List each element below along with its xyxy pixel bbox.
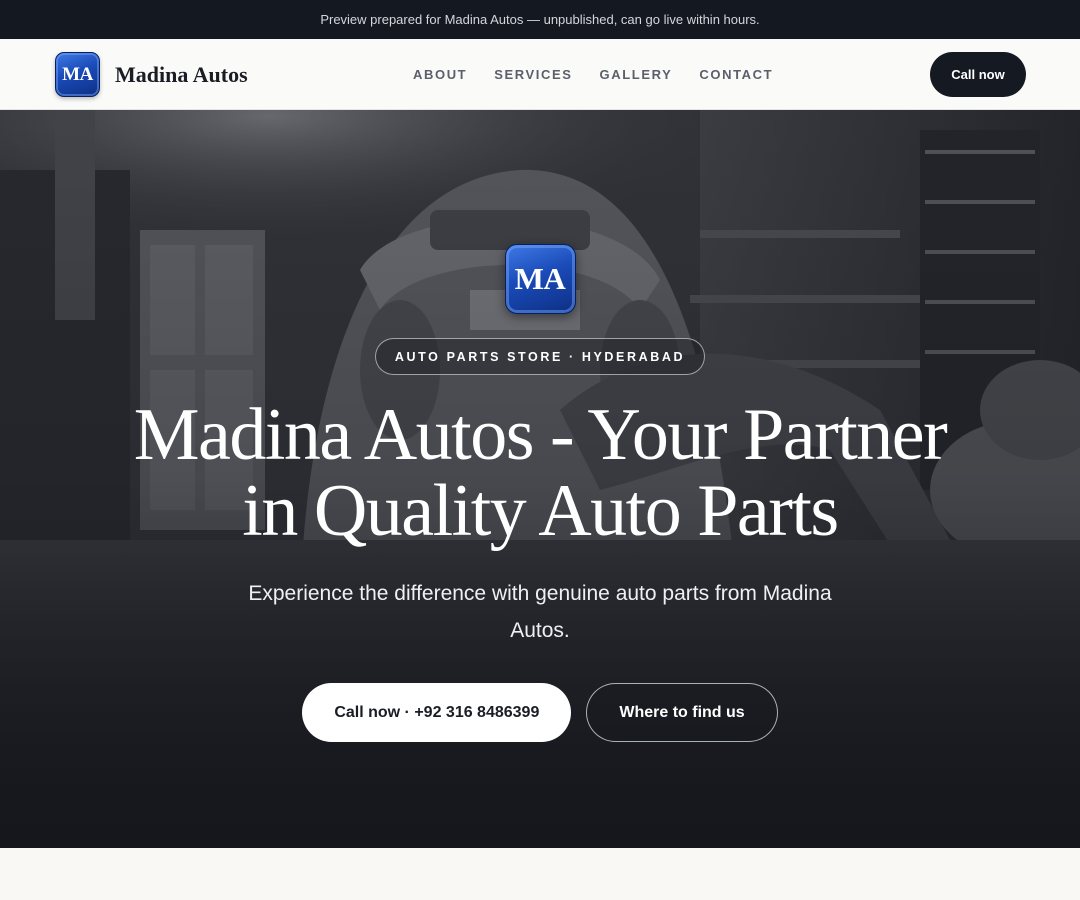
hero-logo-initials: MA: [514, 261, 566, 296]
hero-content: MA AUTO PARTS STORE · HYDERABAD Madina A…: [0, 110, 1080, 848]
preview-banner-text: Preview prepared for Madina Autos — unpu…: [320, 12, 760, 27]
next-section: [0, 848, 1080, 900]
site-header: MA Madina Autos ABOUT SERVICES GALLERY C…: [0, 39, 1080, 110]
hero-actions: Call now · +92 316 8486399 Where to find…: [302, 683, 778, 742]
hero-location-button[interactable]: Where to find us: [586, 683, 778, 742]
nav-link-about[interactable]: ABOUT: [413, 67, 467, 82]
brand-logo-initials: MA: [62, 63, 93, 85]
brand-name: Madina Autos: [115, 61, 248, 87]
nav-link-contact[interactable]: CONTACT: [699, 67, 773, 82]
hero-subtitle: Experience the difference with genuine a…: [248, 582, 832, 642]
hero-title: Madina Autos - Your Partner in Quality A…: [133, 394, 948, 552]
hero-section: MA AUTO PARTS STORE · HYDERABAD Madina A…: [0, 110, 1080, 848]
hero-call-button[interactable]: Call now · +92 316 8486399: [302, 683, 572, 742]
nav-link-services[interactable]: SERVICES: [494, 67, 572, 82]
hero-category-badge: AUTO PARTS STORE · HYDERABAD: [374, 338, 706, 375]
hero-badge-text: AUTO PARTS STORE · HYDERABAD: [394, 349, 686, 364]
brand[interactable]: MA Madina Autos: [55, 52, 248, 97]
nav-link-gallery[interactable]: GALLERY: [600, 67, 673, 82]
brand-logo: MA: [55, 52, 100, 97]
main-nav: ABOUT SERVICES GALLERY CONTACT: [413, 39, 773, 109]
header-call-button[interactable]: Call now: [930, 52, 1026, 97]
hero-logo: MA: [504, 244, 576, 314]
preview-banner: Preview prepared for Madina Autos — unpu…: [0, 0, 1080, 39]
